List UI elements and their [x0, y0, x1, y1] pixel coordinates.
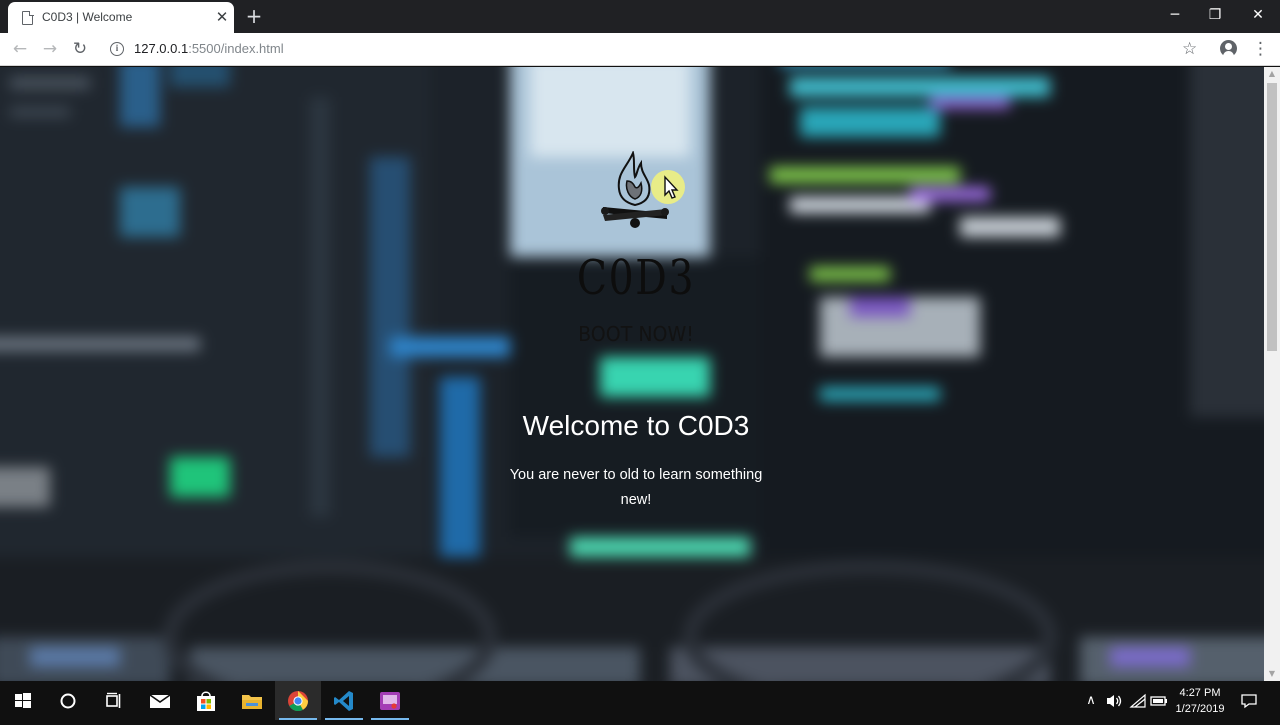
file-explorer-button[interactable] [229, 681, 275, 720]
start-button[interactable] [0, 681, 46, 720]
action-center-icon[interactable] [1236, 681, 1262, 720]
scroll-up-arrow-icon[interactable]: ▲ [1264, 69, 1280, 79]
store-icon [197, 691, 215, 711]
page-scrollbar[interactable]: ▲ ▼ [1264, 67, 1280, 681]
page-icon [22, 10, 34, 25]
maximize-button[interactable]: ❐ [1192, 0, 1238, 30]
mail-icon [149, 694, 171, 708]
tab-close-button[interactable]: ✕ [212, 7, 232, 27]
page-viewport: C0D3 BOOT NOW! Welcome to C0D3 You are n… [0, 67, 1264, 681]
back-button[interactable]: ← [8, 38, 32, 60]
url-text: 127.0.0.1:5500/index.html [134, 41, 284, 56]
window-close-button[interactable]: ✕ [1235, 0, 1280, 30]
browser-toolbar: ← → ↻ i 127.0.0.1:5500/index.html ☆ [0, 33, 1280, 66]
browser-titlebar: C0D3 | Welcome ✕ + ─ ❐ ✕ [0, 0, 1280, 33]
wifi-icon[interactable] [1127, 681, 1149, 720]
reload-button[interactable]: ↻ [68, 38, 92, 60]
volume-icon[interactable] [1103, 681, 1125, 720]
chrome-icon [288, 691, 309, 712]
tray-overflow-chevron-icon[interactable]: ∧ [1082, 681, 1100, 720]
vscode-icon [334, 691, 353, 711]
task-view-button[interactable] [90, 681, 136, 720]
browser-menu-button[interactable]: ⋮ [1252, 38, 1269, 60]
mouse-cursor-icon [651, 170, 685, 204]
clock-date: 1/27/2019 [1175, 703, 1225, 715]
brand-tagline: BOOT NOW! [578, 322, 694, 346]
store-app-button[interactable] [183, 681, 229, 720]
browser-tab[interactable]: C0D3 | Welcome ✕ [8, 2, 234, 33]
task-view-icon [106, 692, 121, 708]
url-path: :5500/index.html [188, 41, 284, 56]
bookmark-star-icon[interactable]: ☆ [1182, 39, 1197, 59]
address-bar[interactable]: i 127.0.0.1:5500/index.html ☆ [100, 36, 1212, 63]
hero-heading: Welcome to C0D3 [522, 410, 750, 441]
mail-app-button[interactable] [137, 681, 183, 720]
recorder-app-icon [380, 692, 400, 710]
windows-taskbar: ∧ 4:27 PM 1/27/2019 [0, 681, 1280, 720]
chrome-button[interactable] [275, 681, 321, 720]
brand-logo-text: C0D3 [576, 250, 696, 306]
scroll-thumb[interactable] [1267, 83, 1277, 351]
forward-button[interactable]: → [38, 38, 62, 60]
url-host: 127.0.0.1 [134, 41, 189, 56]
tab-title: C0D3 | Welcome [42, 10, 133, 24]
clock-time: 4:27 PM [1179, 687, 1221, 699]
windows-start-icon [15, 693, 31, 708]
new-tab-button[interactable]: + [243, 4, 265, 28]
scroll-down-arrow-icon[interactable]: ▼ [1264, 669, 1280, 679]
battery-icon[interactable] [1150, 681, 1168, 720]
cortana-button[interactable] [45, 681, 91, 720]
vscode-button[interactable] [321, 681, 367, 720]
site-info-icon[interactable]: i [110, 42, 124, 56]
cortana-search-icon [60, 693, 76, 709]
taskbar-clock[interactable]: 4:27 PM 1/27/2019 [1168, 685, 1232, 717]
recorder-app-button[interactable] [367, 681, 413, 720]
hero-subtitle: You are never to old to learn something … [509, 467, 763, 508]
profile-avatar-icon[interactable] [1220, 40, 1237, 57]
file-explorer-icon [242, 695, 262, 709]
